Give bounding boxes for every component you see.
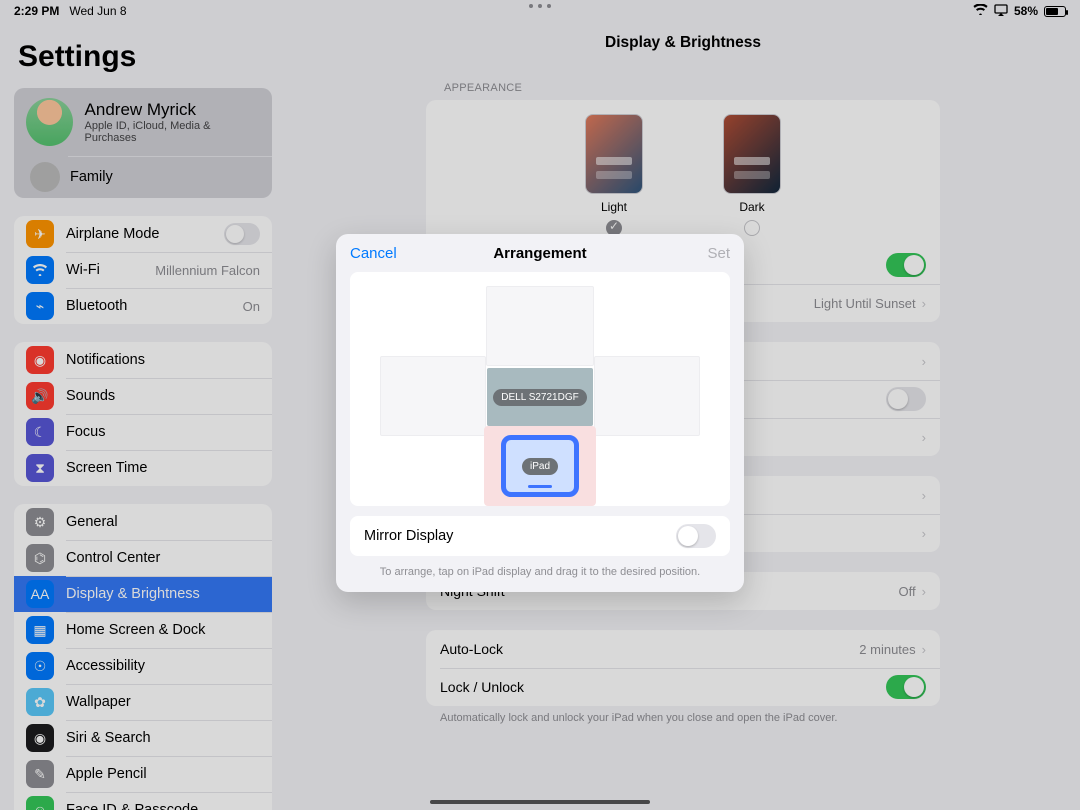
drop-slot-top[interactable] <box>486 286 594 366</box>
external-display[interactable]: DELL S2721DGF <box>487 368 593 426</box>
set-button[interactable]: Set <box>707 245 730 262</box>
external-display-label: DELL S2721DGF <box>493 389 586 406</box>
drop-slot-left[interactable] <box>380 356 486 436</box>
mirror-toggle[interactable] <box>676 524 716 548</box>
arrangement-modal: Cancel Arrangement Set DELL S2721DGF iPa… <box>336 234 744 592</box>
home-indicator[interactable] <box>430 800 650 804</box>
arrangement-hint: To arrange, tap on iPad display and drag… <box>336 556 744 592</box>
cancel-button[interactable]: Cancel <box>350 245 397 262</box>
arrangement-canvas[interactable]: DELL S2721DGF iPad <box>350 272 730 506</box>
ipad-display[interactable]: iPad <box>484 426 596 506</box>
ipad-label: iPad <box>522 458 558 475</box>
mirror-label: Mirror Display <box>364 528 453 544</box>
drop-slot-right[interactable] <box>594 356 700 436</box>
modal-title: Arrangement <box>336 245 744 262</box>
mirror-display-row[interactable]: Mirror Display <box>350 516 730 556</box>
